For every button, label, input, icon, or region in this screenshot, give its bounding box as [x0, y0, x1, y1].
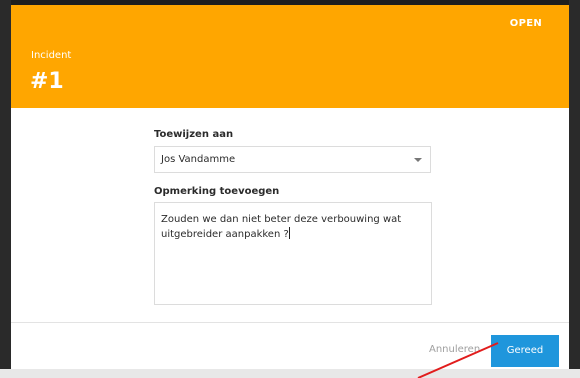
annotation-arrow	[417, 342, 499, 378]
annotation-arrow-line	[417, 342, 499, 378]
screenshot: OPEN Incident #1 Toewijzen aan Jos Vanda…	[0, 0, 580, 378]
